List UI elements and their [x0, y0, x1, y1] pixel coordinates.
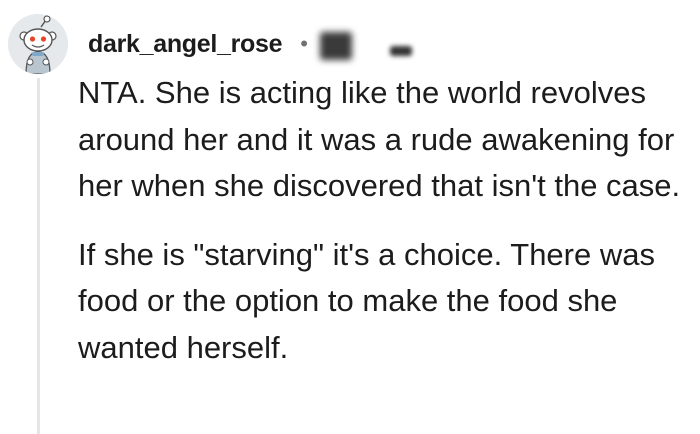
comment-paragraph: If she is "starving" it's a choice. Ther… [78, 236, 655, 365]
redacted-meta [389, 46, 412, 56]
meta-separator: • [300, 31, 308, 56]
thread-line[interactable] [37, 78, 40, 434]
comment: dark_angel_rose • NTA. She is acting lik… [0, 0, 700, 434]
snoo-avatar-icon [8, 14, 68, 74]
comment-body: NTA. She is acting like the world revolv… [78, 70, 694, 371]
user-avatar[interactable] [8, 14, 68, 74]
username[interactable]: dark_angel_rose [88, 30, 283, 59]
comment-header: dark_angel_rose • [88, 26, 412, 62]
comment-paragraph: NTA. She is acting like the world revolv… [78, 75, 681, 203]
redacted-timestamp [319, 32, 352, 60]
